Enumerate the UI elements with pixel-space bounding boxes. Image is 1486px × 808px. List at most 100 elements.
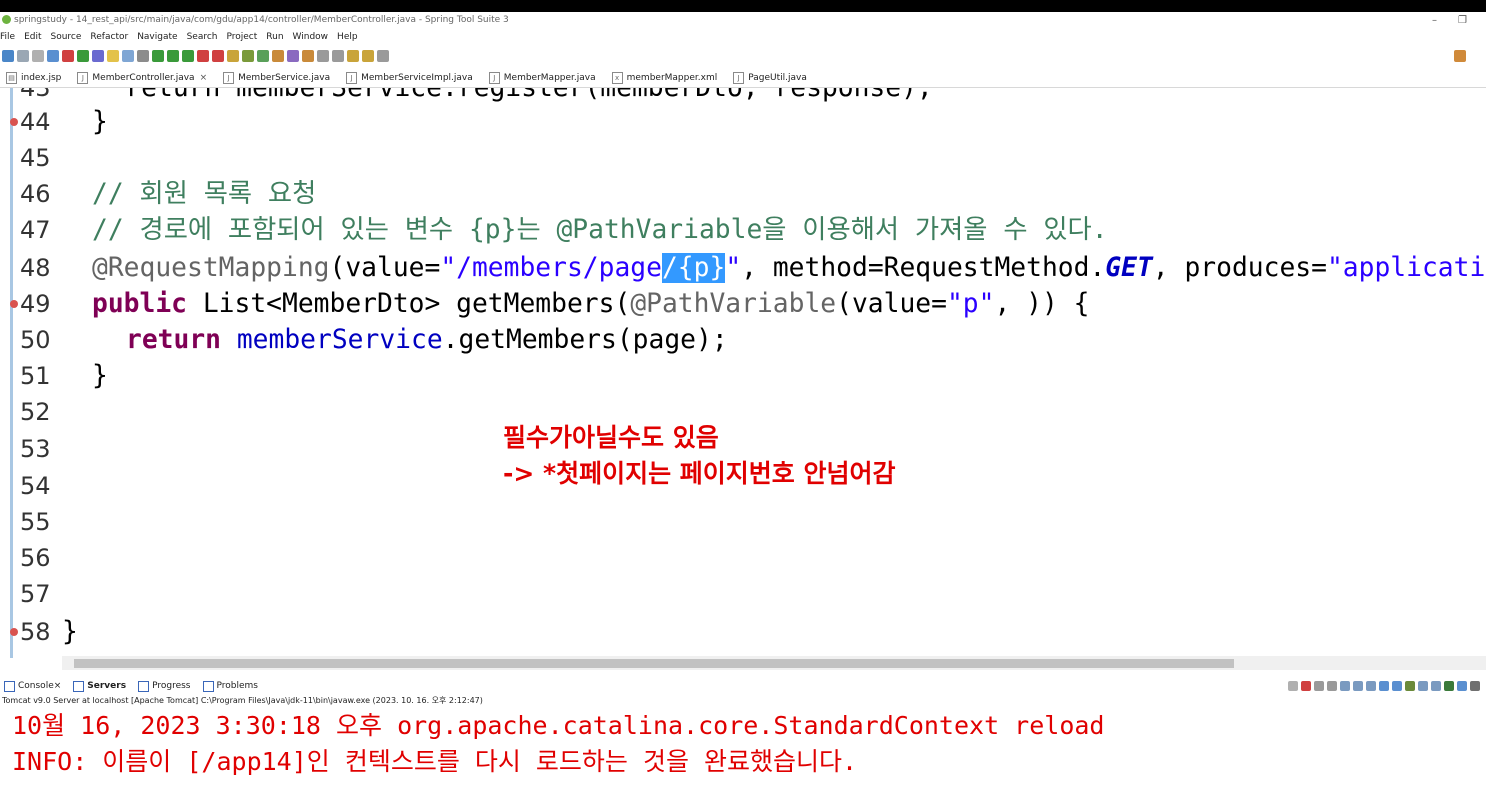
static-field-token: GET — [1105, 253, 1153, 283]
code-token: , method=RequestMethod. — [741, 253, 1106, 283]
new-spring-icon[interactable] — [257, 50, 269, 62]
stop-icon[interactable] — [62, 50, 74, 62]
console-settings-icon[interactable] — [1457, 681, 1467, 691]
line-number: 53 — [20, 435, 51, 463]
next-annotation-icon[interactable] — [317, 50, 329, 62]
string-token: " — [725, 253, 742, 283]
line-number: 57 — [20, 580, 51, 608]
error-marker-icon[interactable] — [10, 118, 18, 126]
tab-console[interactable]: Console × — [4, 680, 61, 692]
close-icon[interactable]: × — [200, 73, 208, 83]
run-icon[interactable] — [167, 50, 179, 62]
tab-member-mapper[interactable]: J MemberMapper.java — [483, 68, 606, 87]
display-console-icon[interactable] — [1418, 681, 1428, 691]
tab-member-service[interactable]: J MemberService.java — [217, 68, 340, 87]
new-console-icon[interactable] — [1431, 681, 1441, 691]
menu-source[interactable]: Source — [51, 32, 82, 42]
new-package-icon[interactable] — [227, 50, 239, 62]
string-token: "/members/page — [440, 253, 662, 283]
show-stderr-icon[interactable] — [1392, 681, 1402, 691]
scrollbar-thumb[interactable] — [74, 659, 1234, 668]
gear-icon[interactable] — [1470, 681, 1480, 691]
forward-icon[interactable] — [362, 50, 374, 62]
pin-editor-icon[interactable] — [377, 50, 389, 62]
menu-navigate[interactable]: Navigate — [137, 32, 177, 42]
console-toolbar-icon[interactable] — [47, 50, 59, 62]
coverage-icon[interactable] — [182, 50, 194, 62]
screen-top-strip — [0, 0, 1486, 12]
menu-project[interactable]: Project — [226, 32, 257, 42]
code-editor[interactable]: 43 return memberService.register(memberD… — [0, 88, 1486, 658]
block-selection-icon[interactable] — [122, 50, 134, 62]
pin-console-icon[interactable] — [1288, 681, 1298, 691]
toggle-mark-icon[interactable] — [107, 50, 119, 62]
word-wrap-icon[interactable] — [1366, 681, 1376, 691]
new-icon[interactable] — [2, 50, 14, 62]
line-number: 51 — [20, 362, 51, 390]
back-icon[interactable] — [347, 50, 359, 62]
tab-member-service-impl[interactable]: J MemberServiceImpl.java — [340, 68, 483, 87]
annotation-icon[interactable] — [302, 50, 314, 62]
clear-console-icon[interactable] — [1340, 681, 1350, 691]
scroll-lock-icon[interactable] — [1353, 681, 1363, 691]
boot-dashboard-icon[interactable] — [77, 50, 89, 62]
debug-console-icon[interactable] — [1444, 681, 1454, 691]
menu-edit[interactable]: Edit — [24, 32, 41, 42]
maximize-button[interactable]: ❐ — [1458, 12, 1467, 29]
main-toolbar — [0, 45, 1486, 67]
string-token: "p" — [946, 289, 995, 319]
remove-all-icon[interactable] — [1327, 681, 1337, 691]
debug-icon[interactable] — [152, 50, 164, 62]
line-source: } — [92, 107, 108, 137]
open-folder-icon[interactable] — [272, 50, 284, 62]
save-all-icon[interactable] — [32, 50, 44, 62]
external-tools-icon[interactable] — [197, 50, 209, 62]
menu-help[interactable]: Help — [337, 32, 358, 42]
minimize-button[interactable]: – — [1432, 12, 1437, 29]
remove-launch-icon[interactable] — [1314, 681, 1324, 691]
open-console-icon[interactable] — [1405, 681, 1415, 691]
open-type-icon[interactable] — [92, 50, 104, 62]
tab-member-mapper-xml[interactable]: x memberMapper.xml — [606, 68, 728, 87]
prev-annotation-icon[interactable] — [332, 50, 344, 62]
menu-run[interactable]: Run — [266, 32, 283, 42]
horizontal-scrollbar[interactable] — [62, 656, 1486, 670]
line-source: @RequestMapping(value="/members/page/{p}… — [92, 250, 1485, 286]
line-number: 45 — [20, 144, 51, 172]
show-stdout-icon[interactable] — [1379, 681, 1389, 691]
error-marker-icon[interactable] — [10, 628, 18, 636]
menu-bar: File Edit Source Refactor Navigate Search Proj… — [0, 29, 1486, 45]
java-file-icon: J — [77, 71, 89, 84]
search-icon[interactable] — [1454, 50, 1466, 62]
terminate-icon[interactable] — [1301, 681, 1311, 691]
tab-index-jsp[interactable]: ▤ index.jsp — [0, 68, 71, 87]
jsp-file-icon: ▤ — [6, 71, 17, 84]
code-token: (value= — [836, 289, 947, 319]
server-launch-info: Tomcat v9.0 Server at localhost [Apache … — [2, 696, 483, 705]
menu-file[interactable]: File — [0, 32, 15, 42]
tab-servers[interactable]: Servers — [73, 680, 126, 692]
server-icon[interactable] — [212, 50, 224, 62]
save-icon[interactable] — [17, 50, 29, 62]
editor-tabs: ▤ index.jsp J MemberController.java × J Memb… — [0, 68, 1486, 88]
menu-window[interactable]: Window — [293, 32, 329, 42]
tab-label: index.jsp — [21, 72, 62, 83]
code-token: , produces= — [1152, 253, 1327, 283]
tab-page-util[interactable]: J PageUtil.java — [727, 68, 817, 87]
menu-search[interactable]: Search — [187, 32, 218, 42]
line-number: 58 — [20, 618, 51, 646]
error-marker-icon[interactable] — [10, 300, 18, 308]
tab-progress[interactable]: Progress — [138, 680, 191, 692]
tab-member-controller[interactable]: J MemberController.java × — [71, 68, 218, 87]
tab-label: MemberServiceImpl.java — [361, 72, 473, 83]
search-toolbar-icon[interactable] — [287, 50, 299, 62]
menu-refactor[interactable]: Refactor — [90, 32, 128, 42]
new-class-icon[interactable] — [242, 50, 254, 62]
tab-problems[interactable]: Problems — [202, 680, 258, 692]
code-token: List<MemberDto> getMembers( — [187, 289, 631, 319]
tab-label: Problems — [216, 681, 258, 691]
console-output[interactable]: 10월 16, 2023 3:30:18 오후 org.apache.catal… — [12, 708, 1105, 780]
show-whitespace-icon[interactable] — [137, 50, 149, 62]
line-number: 47 — [20, 216, 51, 244]
window-title: springstudy - 14_rest_api/src/main/java/… — [14, 15, 509, 25]
